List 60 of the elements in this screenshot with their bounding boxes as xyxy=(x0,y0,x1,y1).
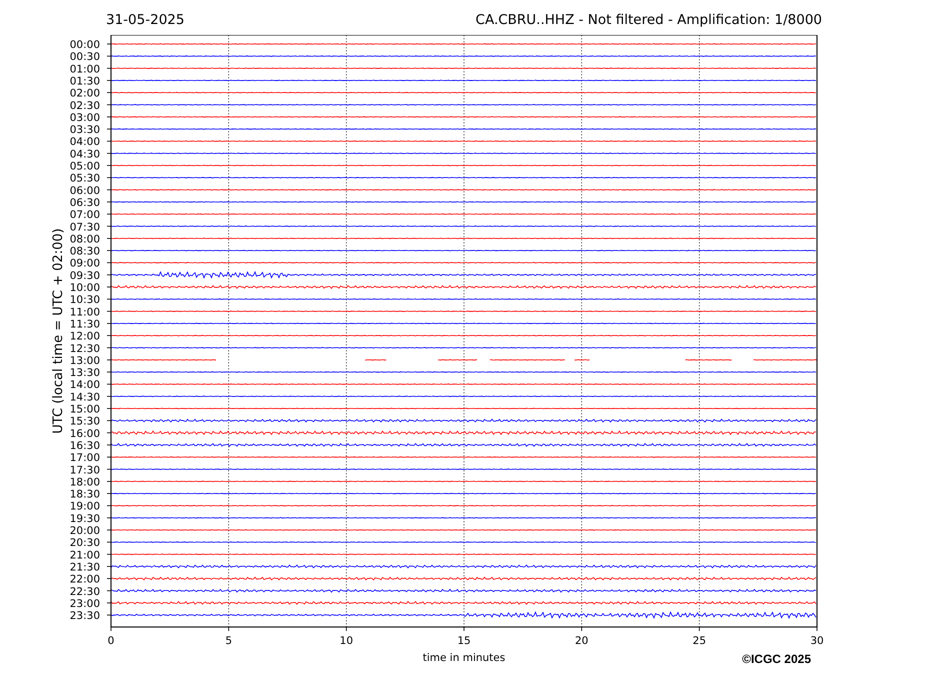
time-label: 13:00 xyxy=(70,354,100,367)
time-label: 14:30 xyxy=(70,391,100,404)
time-label: 04:00 xyxy=(70,136,100,148)
time-label: 19:30 xyxy=(70,512,100,525)
axis-tick-label: 30 xyxy=(810,635,824,647)
time-label: 20:30 xyxy=(70,537,100,550)
time-label: 16:00 xyxy=(70,428,100,440)
axis-tick-label: 5 xyxy=(225,635,232,647)
time-label: 17:30 xyxy=(70,464,100,476)
time-label: 21:00 xyxy=(70,549,100,562)
date-title: 31-05-2025 xyxy=(106,12,184,28)
time-label: 16:30 xyxy=(70,440,100,452)
axis-title: time in minutes xyxy=(422,652,506,664)
time-label: 08:00 xyxy=(70,233,100,246)
axis-title: UTC (local time = UTC + 02:00) xyxy=(51,228,66,434)
station-title: CA.CBRU..HHZ - Not filtered - Amplification: 1/8000 xyxy=(476,12,822,28)
time-label: 23:00 xyxy=(70,598,100,610)
time-label: 12:30 xyxy=(70,342,100,355)
axis-tick-label: 10 xyxy=(340,635,354,647)
time-label: 12:00 xyxy=(70,330,100,343)
time-label: 06:00 xyxy=(70,184,100,197)
time-label: 02:00 xyxy=(70,88,100,100)
time-label: 07:30 xyxy=(70,221,100,234)
time-label: 07:00 xyxy=(70,209,100,222)
time-label: 04:30 xyxy=(70,148,100,160)
time-label: 01:00 xyxy=(70,63,100,76)
time-label: 20:00 xyxy=(70,525,100,537)
time-label: 13:30 xyxy=(70,367,100,380)
time-label: 15:00 xyxy=(70,404,100,416)
time-label: 01:30 xyxy=(70,75,100,88)
time-label: 00:30 xyxy=(70,51,100,64)
time-label: 08:30 xyxy=(70,246,100,258)
time-label: 14:00 xyxy=(70,379,100,392)
time-label: 19:00 xyxy=(70,500,100,513)
axis-tick-label: 15 xyxy=(457,635,471,647)
time-label: 10:30 xyxy=(70,294,100,306)
time-label: 22:30 xyxy=(70,586,100,598)
time-label: 21:30 xyxy=(70,561,100,574)
time-label: 18:00 xyxy=(70,476,100,488)
time-label: 18:30 xyxy=(70,488,100,501)
time-label: 03:00 xyxy=(70,112,100,124)
time-label: 10:00 xyxy=(70,282,100,294)
time-label: 11:30 xyxy=(70,318,100,330)
time-label: 00:00 xyxy=(70,39,100,51)
time-label: 23:30 xyxy=(70,610,100,622)
axis-tick-label: 20 xyxy=(574,635,588,647)
axis-tick-label: 0 xyxy=(108,635,114,647)
time-label: 22:00 xyxy=(70,574,100,586)
time-label: 09:30 xyxy=(70,270,100,282)
time-label: 15:30 xyxy=(70,416,100,428)
time-label: 17:00 xyxy=(70,452,100,464)
axis-tick-label: 25 xyxy=(692,635,706,647)
time-label: 02:30 xyxy=(70,100,100,112)
time-label: 05:00 xyxy=(70,160,100,172)
time-label: 06:30 xyxy=(70,196,100,209)
time-label: 05:30 xyxy=(70,172,100,185)
copyright-text: ©ICGC 2025 xyxy=(742,652,811,666)
time-label: 03:30 xyxy=(70,124,100,136)
time-label: 11:00 xyxy=(70,306,100,318)
time-label: 09:00 xyxy=(70,258,100,270)
